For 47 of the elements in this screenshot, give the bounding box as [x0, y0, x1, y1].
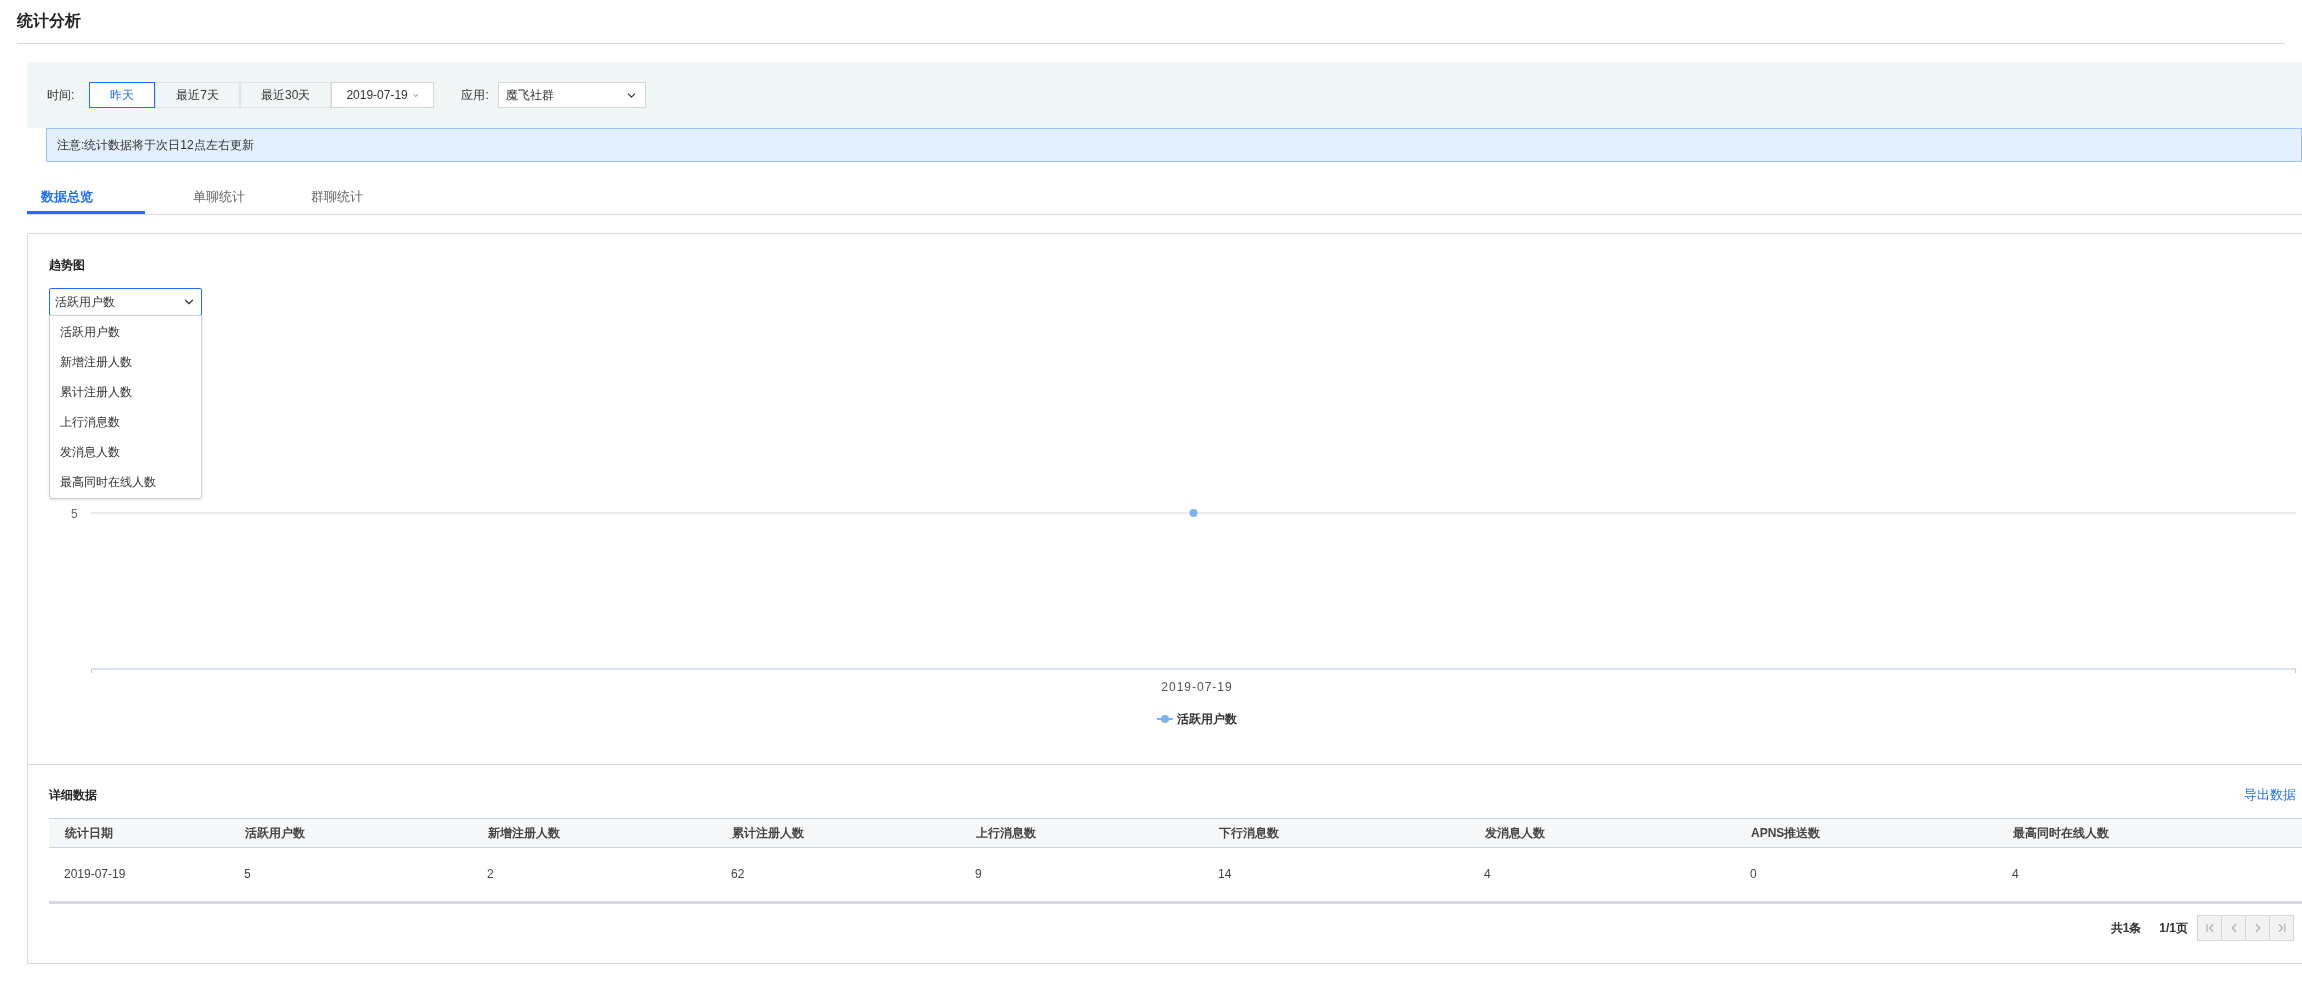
- dropdown-option[interactable]: 累计注册人数: [50, 377, 201, 407]
- column-header: 下行消息数: [1218, 824, 1280, 842]
- table-cell-text: 4: [1483, 866, 1492, 883]
- x-tick-label: 2019-07-19: [1161, 679, 1233, 696]
- dropdown-option[interactable]: 发消息人数: [50, 437, 201, 467]
- table-cell-text: 62: [730, 866, 746, 883]
- date-select[interactable]: 2019-07-19: [331, 82, 435, 108]
- section-title: 详细数据: [49, 786, 97, 804]
- time-range-tab[interactable]: 昨天: [89, 82, 156, 108]
- page-indicator: 1/1页: [2159, 919, 2188, 937]
- column-header: 累计注册人数: [731, 824, 805, 842]
- column-header: 上行消息数: [975, 824, 1037, 842]
- column-header: APNS推送数: [1750, 824, 1822, 842]
- tab[interactable]: 数据总览: [27, 182, 145, 214]
- tab[interactable]: 群聊统计: [297, 182, 415, 214]
- time-label: 时间:: [47, 87, 75, 104]
- table-cell-text: 14: [1217, 866, 1233, 883]
- column-header: 最高同时在线人数: [2012, 824, 2110, 842]
- legend-line-icon: [1157, 714, 1173, 724]
- time-range-tab[interactable]: 最近7天: [155, 82, 241, 108]
- app-label: 应用:: [461, 87, 489, 104]
- metric-select[interactable]: 活跃用户数: [49, 288, 202, 316]
- notice-text: 注意:统计数据将于次日12点左右更新: [57, 137, 254, 154]
- export-link[interactable]: 导出数据: [2244, 785, 2296, 805]
- page-title: 统计分析: [17, 11, 82, 31]
- column-header: 新增注册人数: [487, 824, 561, 842]
- y-tick-label: 5: [71, 506, 78, 522]
- column-header: 发消息人数: [1484, 824, 1546, 842]
- data-point: [1189, 509, 1198, 517]
- column-header: 统计日期: [64, 824, 114, 842]
- table-cell-text: 2: [486, 866, 495, 883]
- dropdown-option[interactable]: 新增注册人数: [50, 347, 201, 377]
- table-cell-text: 2019-07-19: [63, 866, 127, 883]
- section-title: 趋势图: [49, 257, 86, 274]
- total-count: 共1条: [2110, 919, 2142, 937]
- table-cell-text: 5: [243, 866, 252, 883]
- app-select[interactable]: 魔飞社群: [497, 82, 646, 108]
- dropdown-option[interactable]: 最高同时在线人数: [50, 467, 201, 497]
- tab[interactable]: 单聊统计: [179, 182, 297, 214]
- table-cell-text: 0: [1749, 866, 1758, 883]
- dropdown-option[interactable]: 上行消息数: [50, 407, 201, 437]
- legend-label: 活跃用户数: [1177, 711, 1237, 728]
- table-cell-text: 4: [2011, 866, 2020, 883]
- table-cell-text: 9: [974, 866, 983, 883]
- dropdown-option[interactable]: 活跃用户数: [50, 317, 201, 347]
- time-range-tab[interactable]: 最近30天: [240, 82, 332, 108]
- column-header: 活跃用户数: [244, 824, 306, 842]
